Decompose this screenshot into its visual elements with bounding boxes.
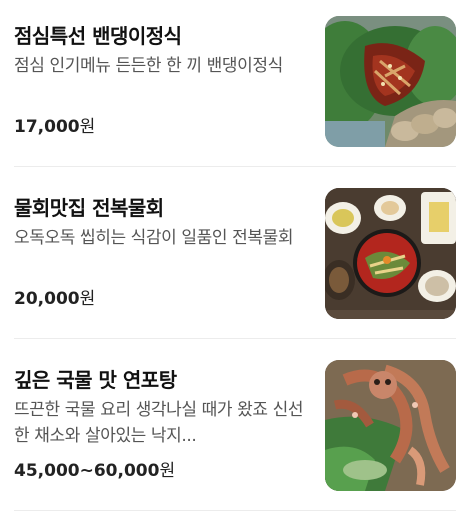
price-unit: 원 [159, 461, 176, 481]
menu-list: 점심특선 밴댕이정식 점심 인기메뉴 든든한 한 끼 밴댕이정식 17,000원 [0, 0, 464, 511]
menu-item-abalone-mulhoe[interactable]: 물회맛집 전복물회 오독오독 씹히는 식감이 일품인 전복물회 20,000원 [0, 172, 464, 332]
price-amount: 17,000 [14, 117, 80, 137]
price-unit: 원 [79, 117, 96, 137]
menu-item-bendaengi-set[interactable]: 점심특선 밴댕이정식 점심 인기메뉴 든든한 한 끼 밴댕이정식 17,000원 [0, 0, 464, 160]
menu-item-price: 17,000원 [14, 112, 95, 137]
food-photo-icon [325, 188, 456, 319]
divider [14, 338, 456, 339]
price-unit: 원 [79, 289, 96, 309]
menu-item-yeonpotang[interactable]: 깊은 국물 맛 연포탕 뜨끈한 국물 요리 생각나실 때가 왔죠 신선한 채소와… [0, 344, 464, 504]
price-amount: 45,000~60,000 [14, 461, 160, 481]
food-photo-icon [325, 16, 456, 147]
food-photo-icon[interactable] [325, 360, 456, 491]
menu-item-title: 점심특선 밴댕이정식 [14, 24, 182, 48]
food-photo-icon[interactable] [325, 16, 456, 147]
menu-item-title: 물회맛집 전복물회 [14, 196, 164, 220]
food-photo-icon[interactable] [325, 188, 456, 319]
menu-item-description: 오독오독 씹히는 식감이 일품인 전복물회 [14, 228, 294, 248]
menu-item-title: 깊은 국물 맛 연포탕 [14, 368, 177, 392]
menu-item-description: 뜨끈한 국물 요리 생각나실 때가 왔죠 신선한 채소와 살아있는 낙지... [14, 400, 304, 446]
food-photo-icon [325, 360, 456, 491]
menu-item-description: 점심 인기메뉴 든든한 한 끼 밴댕이정식 [14, 56, 283, 76]
divider [14, 166, 456, 167]
menu-item-price: 20,000원 [14, 284, 95, 309]
menu-item-price: 45,000~60,000원 [14, 456, 175, 481]
price-amount: 20,000 [14, 289, 80, 309]
